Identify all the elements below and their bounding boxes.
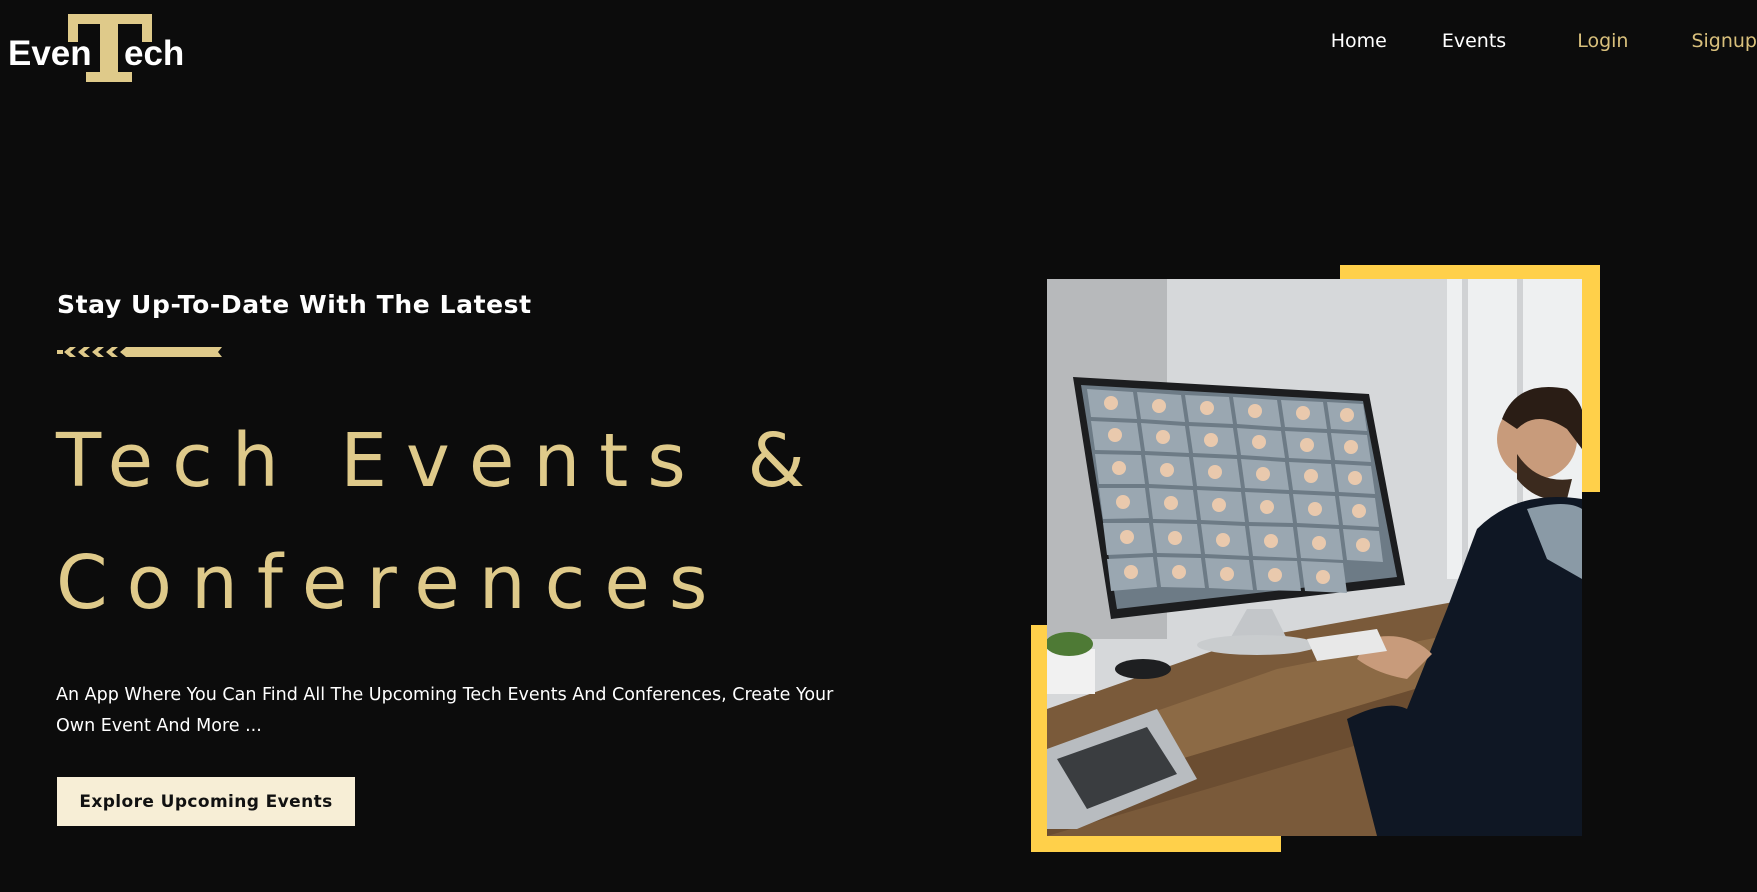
photo-illustration	[1047, 279, 1582, 836]
main-nav: Home Events Login Signup	[1331, 26, 1757, 56]
svg-text:ech: ech	[124, 34, 184, 73]
svg-text:Even: Even	[8, 34, 92, 73]
eventech-logo[interactable]: Even ech	[6, 12, 196, 88]
nav-login-link[interactable]: Login	[1577, 30, 1628, 52]
hero-headline-line-1: Tech Events &	[56, 418, 825, 504]
hero-headline: Tech Events & Conferences	[56, 400, 956, 644]
video-conference-photo	[1047, 279, 1582, 836]
nav-signup-link[interactable]: Signup	[1691, 30, 1757, 52]
nav-home-link[interactable]: Home	[1331, 30, 1387, 52]
nav-events-link[interactable]: Events	[1442, 30, 1506, 52]
hero-description: An App Where You Can Find All The Upcomi…	[56, 685, 834, 736]
explore-events-button[interactable]: Explore Upcoming Events	[57, 777, 355, 826]
chevron-divider-icon	[57, 347, 222, 357]
hero-headline-line-2: Conferences	[56, 540, 727, 626]
hero-kicker: Stay Up-To-Date With The Latest	[57, 290, 532, 319]
